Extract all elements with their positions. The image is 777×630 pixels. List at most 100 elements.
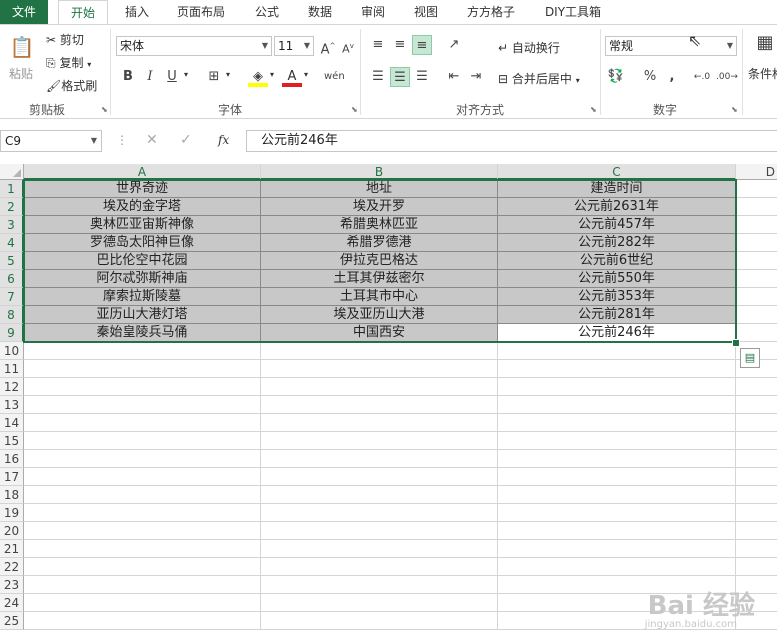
tab-home[interactable]: 开始	[58, 0, 108, 24]
table-cell[interactable]	[261, 594, 498, 612]
increase-font-icon[interactable]: A^	[318, 36, 338, 57]
active-cell[interactable]: 公元前246年	[498, 324, 736, 342]
table-cell[interactable]	[24, 432, 261, 450]
table-cell[interactable]	[261, 432, 498, 450]
fill-handle[interactable]	[732, 339, 740, 347]
table-cell[interactable]	[261, 468, 498, 486]
conditional-format-label[interactable]: 条件格式	[748, 65, 777, 82]
tab-diy-tools[interactable]: DIY工具箱	[536, 0, 610, 24]
table-cell[interactable]: 埃及开罗	[261, 198, 498, 216]
increase-indent-icon[interactable]: ⇥	[466, 67, 486, 87]
cancel-icon[interactable]: ✕	[146, 132, 158, 148]
table-cell[interactable]	[736, 540, 777, 558]
row-header[interactable]: 20	[0, 522, 24, 540]
align-left-icon[interactable]: ☰	[368, 67, 388, 87]
row-header[interactable]: 8	[0, 306, 24, 324]
table-cell[interactable]	[24, 594, 261, 612]
row-header[interactable]: 5	[0, 252, 24, 270]
row-header[interactable]: 7	[0, 288, 24, 306]
table-cell[interactable]: 建造时间	[498, 180, 736, 198]
font-launcher-icon[interactable]: ⬊	[351, 105, 358, 114]
table-cell[interactable]	[498, 414, 736, 432]
fill-color-icon[interactable]: ◈	[248, 67, 268, 87]
table-cell[interactable]	[736, 468, 777, 486]
tab-file[interactable]: 文件	[0, 0, 48, 24]
table-cell[interactable]	[498, 432, 736, 450]
row-header[interactable]: 14	[0, 414, 24, 432]
alignment-launcher-icon[interactable]: ⬊	[590, 105, 597, 114]
table-cell[interactable]	[261, 486, 498, 504]
row-header[interactable]: 18	[0, 486, 24, 504]
column-header-c[interactable]: C	[498, 164, 736, 180]
row-header[interactable]: 1	[0, 180, 24, 198]
row-header[interactable]: 16	[0, 450, 24, 468]
format-painter-button[interactable]: 🖌格式刷	[46, 77, 97, 94]
column-header-a[interactable]: A	[24, 164, 261, 180]
table-cell[interactable]: 土耳其市中心	[261, 288, 498, 306]
table-cell[interactable]	[261, 612, 498, 630]
table-cell[interactable]	[261, 360, 498, 378]
tab-review[interactable]: 审阅	[350, 0, 396, 24]
table-cell[interactable]: 公元前6世纪	[498, 252, 736, 270]
table-cell[interactable]	[498, 522, 736, 540]
row-header[interactable]: 22	[0, 558, 24, 576]
table-cell[interactable]	[736, 324, 777, 342]
table-cell[interactable]	[736, 522, 777, 540]
table-cell[interactable]	[261, 576, 498, 594]
table-cell[interactable]: 公元前281年	[498, 306, 736, 324]
table-cell[interactable]	[736, 198, 777, 216]
row-header[interactable]: 2	[0, 198, 24, 216]
decrease-indent-icon[interactable]: ⇤	[444, 67, 464, 87]
table-cell[interactable]	[261, 378, 498, 396]
table-cell[interactable]	[261, 522, 498, 540]
font-color-icon[interactable]: A	[282, 67, 302, 87]
table-cell[interactable]: 秦始皇陵兵马俑	[24, 324, 261, 342]
table-cell[interactable]: 巴比伦空中花园	[24, 252, 261, 270]
row-header[interactable]: 15	[0, 432, 24, 450]
font-name-combo[interactable]: 宋体 ▼	[116, 36, 272, 56]
clipboard-icon[interactable]: 📋	[8, 33, 36, 61]
column-header-d[interactable]: D	[736, 164, 777, 180]
conditional-format-icon[interactable]: ▦	[752, 33, 777, 59]
table-cell[interactable]	[736, 270, 777, 288]
table-cell[interactable]	[736, 450, 777, 468]
table-cell[interactable]	[498, 468, 736, 486]
table-cell[interactable]	[736, 432, 777, 450]
table-cell[interactable]: 伊拉克巴格达	[261, 252, 498, 270]
row-header[interactable]: 17	[0, 468, 24, 486]
table-cell[interactable]: 公元前550年	[498, 270, 736, 288]
table-cell[interactable]: 奥林匹亚宙斯神像	[24, 216, 261, 234]
cut-button[interactable]: ✂ 剪切	[46, 31, 84, 48]
table-cell[interactable]: 希腊奥林匹亚	[261, 216, 498, 234]
table-cell[interactable]: 罗德岛太阳神巨像	[24, 234, 261, 252]
row-header[interactable]: 6	[0, 270, 24, 288]
tab-insert[interactable]: 插入	[114, 0, 160, 24]
name-box[interactable]: C9 ▼	[0, 130, 102, 152]
table-cell[interactable]	[261, 540, 498, 558]
tab-view[interactable]: 视图	[403, 0, 449, 24]
chevron-down-icon[interactable]: ▾	[304, 70, 308, 79]
select-all-corner[interactable]	[0, 164, 24, 180]
table-cell[interactable]	[24, 396, 261, 414]
table-cell[interactable]	[498, 378, 736, 396]
chevron-down-icon[interactable]: ▾	[184, 70, 188, 79]
table-cell[interactable]	[24, 540, 261, 558]
table-cell[interactable]	[261, 342, 498, 360]
table-cell[interactable]: 阿尔忒弥斯神庙	[24, 270, 261, 288]
row-header[interactable]: 25	[0, 612, 24, 630]
row-header[interactable]: 13	[0, 396, 24, 414]
table-cell[interactable]: 埃及亚历山大港	[261, 306, 498, 324]
table-cell[interactable]	[498, 558, 736, 576]
row-header[interactable]: 10	[0, 342, 24, 360]
table-cell[interactable]	[736, 234, 777, 252]
table-cell[interactable]: 公元前457年	[498, 216, 736, 234]
bold-button[interactable]: B	[118, 67, 138, 87]
row-header[interactable]: 12	[0, 378, 24, 396]
table-cell[interactable]: 公元前282年	[498, 234, 736, 252]
increase-decimal-icon[interactable]: ←.0	[692, 67, 712, 87]
table-cell[interactable]: 公元前353年	[498, 288, 736, 306]
underline-button[interactable]: U	[162, 67, 182, 87]
row-header[interactable]: 11	[0, 360, 24, 378]
quick-analysis-icon[interactable]: ▤	[740, 348, 760, 368]
table-cell[interactable]	[736, 396, 777, 414]
